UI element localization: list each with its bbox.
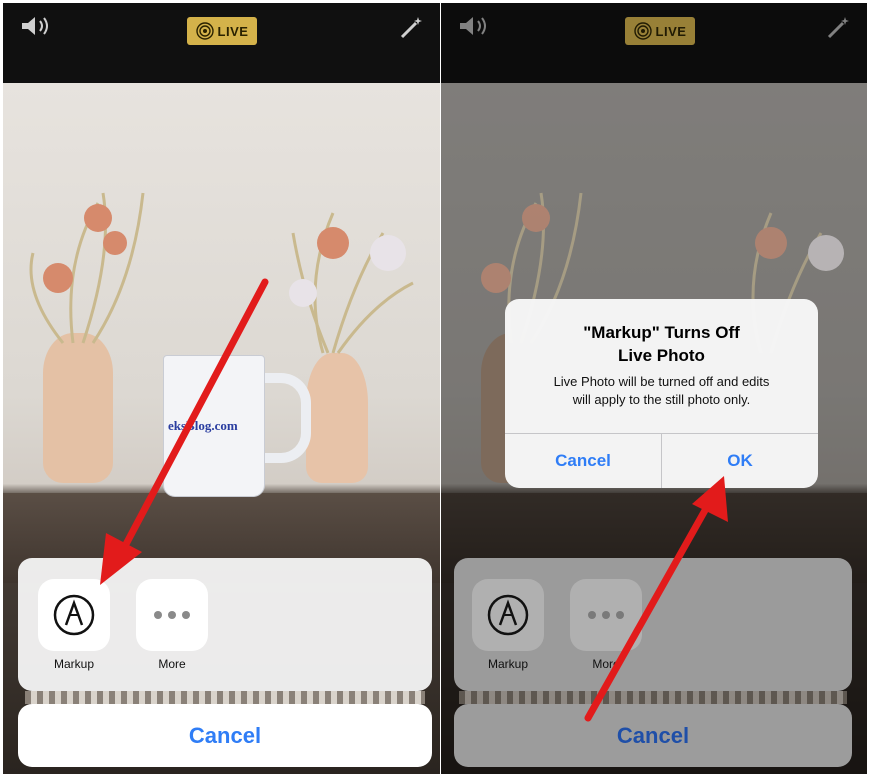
speaker-icon[interactable] (458, 15, 494, 37)
alert-cancel-button[interactable]: Cancel (505, 434, 661, 488)
live-photo-badge[interactable]: LIVE (187, 17, 257, 45)
more-action-label: More (592, 657, 620, 671)
live-photo-badge[interactable]: LIVE (625, 17, 695, 45)
share-sheet-dimmed: Markup More (454, 558, 852, 691)
more-action-button[interactable] (570, 579, 642, 651)
live-rings-icon (195, 22, 214, 40)
live-label: LIVE (217, 23, 249, 39)
markup-action-button[interactable] (38, 579, 110, 651)
markup-action-label: Markup (487, 657, 528, 671)
flower-stems (29, 192, 414, 354)
markup-action-label: Markup (53, 657, 94, 671)
markup-icon (53, 594, 95, 636)
thumbnail-strip[interactable] (25, 691, 425, 704)
live-photo-alert: "Markup" Turns Off Live Photo Live Photo… (505, 299, 818, 488)
right-screenshot: LIVE Markup More Cancel "Markup" Turns O… (441, 3, 867, 774)
magic-wand-icon[interactable] (398, 15, 424, 41)
cancel-button[interactable]: Cancel (18, 704, 432, 767)
alert-title: "Markup" Turns Off Live Photo (515, 321, 808, 367)
more-icon (588, 611, 624, 619)
speaker-icon[interactable] (20, 15, 56, 37)
markup-icon (487, 594, 529, 636)
more-action-label: More (158, 657, 186, 671)
photo-top-bar: LIVE (3, 3, 440, 83)
live-rings-icon (633, 22, 652, 40)
thumbnail-strip[interactable] (459, 691, 847, 704)
left-screenshot: LIVE eksBlog.com Markup More Cancel (3, 3, 440, 774)
markup-action-button[interactable] (472, 579, 544, 651)
alert-ok-button[interactable]: OK (662, 434, 818, 488)
more-icon (154, 611, 190, 619)
cancel-button[interactable]: Cancel (454, 704, 852, 767)
more-action-button[interactable] (136, 579, 208, 651)
photo-top-bar: LIVE (441, 3, 867, 83)
live-label: LIVE (655, 23, 687, 39)
alert-message-line-2: will apply to the still photo only. (572, 392, 751, 407)
alert-title-line-2: Live Photo (618, 346, 705, 365)
alert-title-line-1: "Markup" Turns Off (583, 323, 740, 342)
alert-message-line-1: Live Photo will be turned off and edits (553, 374, 770, 389)
magic-wand-icon[interactable] (825, 15, 851, 41)
alert-message: Live Photo will be turned off and edits … (517, 373, 806, 409)
share-sheet: Markup More (18, 558, 432, 691)
